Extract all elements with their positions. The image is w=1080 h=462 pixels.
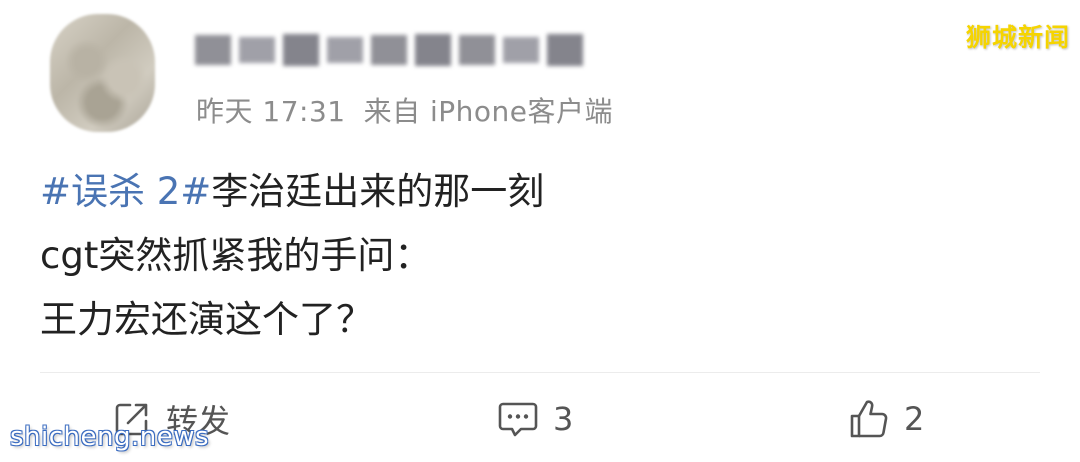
post-line-3: 王力宏还演这个了？ — [40, 298, 373, 341]
post-meta: 昨天 17:31 来自 iPhone客户端 — [196, 90, 613, 130]
post-body: #误杀 2#李治廷出来的那一刻 cgt突然抓紧我的手问： 王力宏还演这个了？ — [40, 160, 544, 352]
like-button[interactable]: 2 — [848, 396, 924, 442]
avatar[interactable] — [50, 14, 155, 132]
action-divider — [40, 372, 1040, 373]
hashtag-link[interactable]: #误杀 2# — [40, 170, 211, 213]
comment-count: 3 — [553, 400, 574, 438]
post-line-1-text: 李治廷出来的那一刻 — [211, 170, 545, 213]
username-blurred[interactable] — [195, 28, 585, 72]
thumbs-up-icon — [850, 400, 888, 438]
weibo-post-card: 昨天 17:31 来自 iPhone客户端 狮城新闻 #误杀 2#李治廷出来的那一… — [0, 0, 1080, 462]
comment-button[interactable]: 3 — [497, 396, 573, 442]
post-line-1: #误杀 2#李治廷出来的那一刻 — [40, 160, 544, 224]
post-client: 来自 iPhone客户端 — [363, 95, 614, 128]
site-watermark: shicheng.news — [10, 422, 210, 452]
like-count: 2 — [904, 400, 925, 438]
comment-bubble-icon — [498, 402, 538, 437]
post-line-2: cgt突然抓紧我的手问： — [40, 234, 432, 277]
post-timestamp: 昨天 17:31 — [196, 95, 346, 128]
source-watermark: 狮城新闻 — [965, 23, 1070, 52]
